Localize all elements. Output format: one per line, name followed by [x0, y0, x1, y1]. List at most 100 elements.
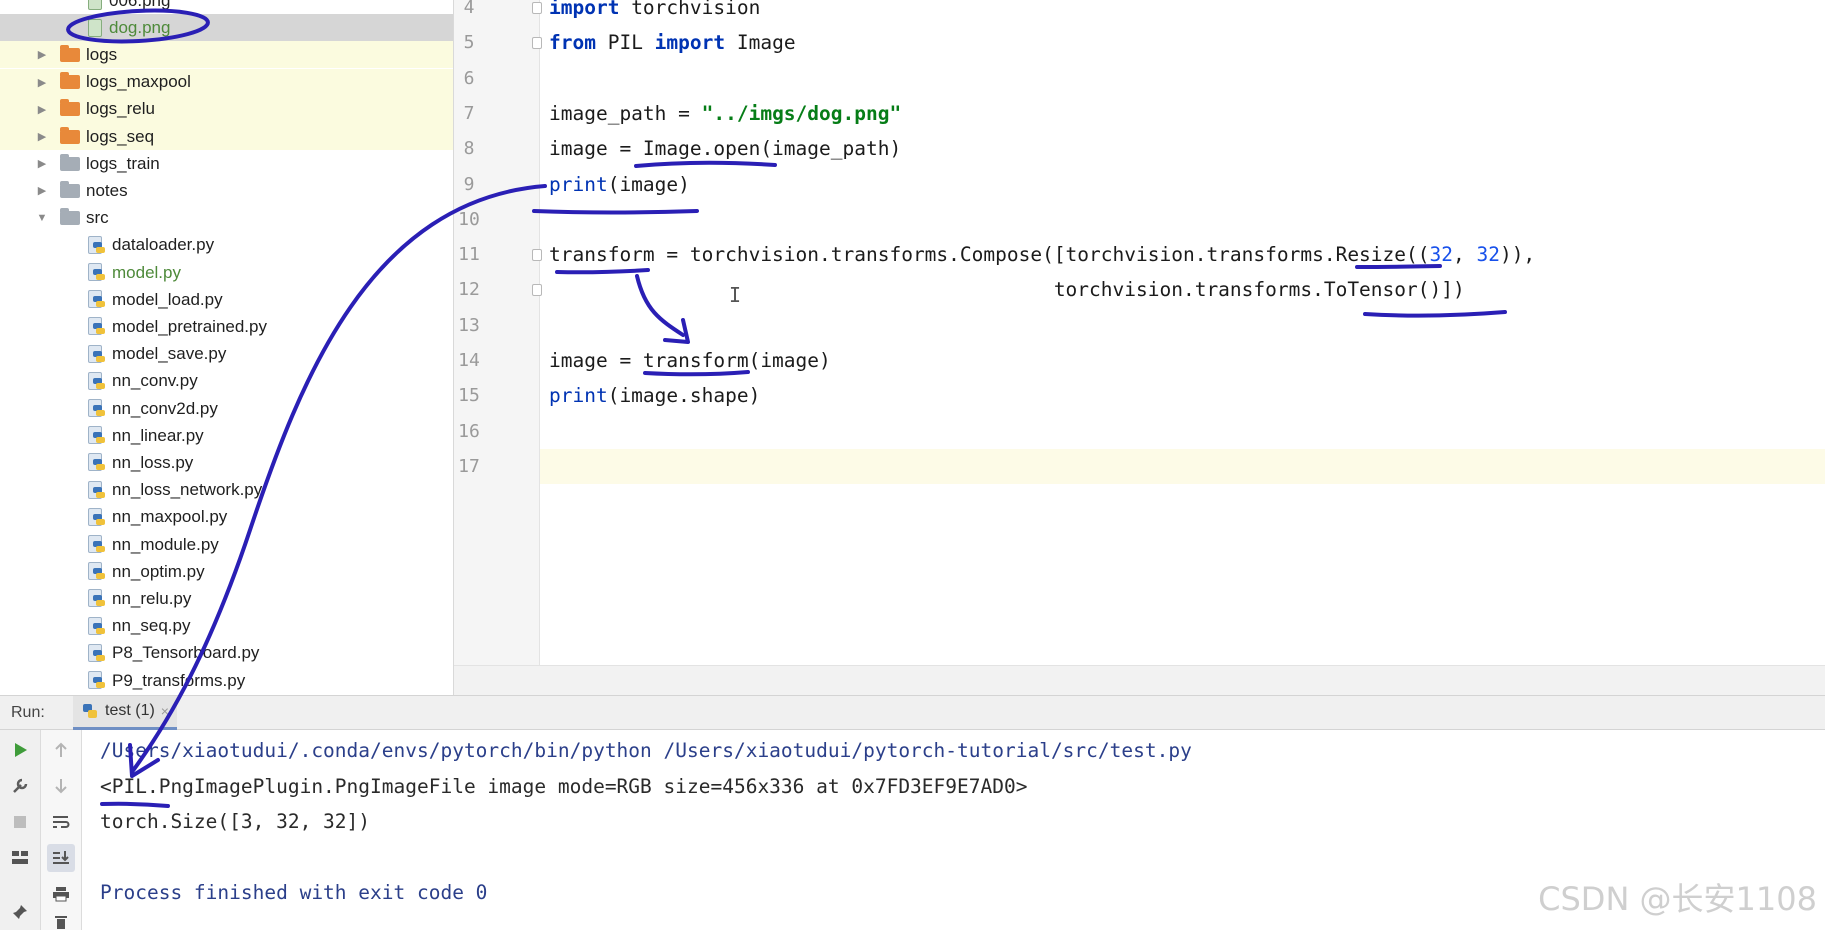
- layout-icon[interactable]: [8, 846, 32, 870]
- code-line[interactable]: import torchvision: [549, 0, 760, 25]
- code-line[interactable]: torchvision.transforms.ToTensor()]): [549, 272, 1465, 307]
- wrench-icon[interactable]: [8, 774, 32, 798]
- code-line[interactable]: print(image.shape): [549, 378, 760, 413]
- tree-item[interactable]: ▶ logs_maxpool: [0, 68, 453, 96]
- tree-item[interactable]: nn_relu.py: [0, 585, 453, 612]
- tree-item[interactable]: nn_loss.py: [0, 449, 453, 476]
- tree-item-label: P9_transforms.py: [112, 670, 246, 690]
- collapse-arrow-icon[interactable]: ▶: [34, 130, 50, 143]
- tree-item[interactable]: model_load.py: [0, 286, 453, 313]
- tree-item[interactable]: model_pretrained.py: [0, 313, 453, 340]
- tree-item-label: nn_loss.py: [112, 452, 194, 472]
- line-number: 4: [463, 0, 475, 18]
- tree-item[interactable]: nn_module.py: [0, 531, 453, 558]
- expand-arrow-icon[interactable]: ▼: [34, 212, 50, 224]
- soft-wrap-icon[interactable]: [49, 810, 73, 834]
- close-icon[interactable]: ×: [161, 703, 169, 719]
- line-number: 7: [463, 102, 475, 124]
- run-tab-test[interactable]: test (1) ×: [73, 695, 177, 730]
- code-token: (image.shape): [607, 384, 761, 408]
- code-token: print: [549, 172, 608, 196]
- watermark: CSDN @长安1108: [1538, 880, 1817, 918]
- tree-item[interactable]: nn_linear.py: [0, 422, 453, 449]
- tree-item[interactable]: nn_conv.py: [0, 368, 453, 395]
- code-line[interactable]: image = Image.open(image_path): [549, 131, 901, 166]
- fold-marker-icon[interactable]: [532, 284, 542, 297]
- code-token: torchvision.transforms.ToTensor()]): [549, 278, 1465, 302]
- python-file-icon: [88, 671, 105, 690]
- arrow-up-icon[interactable]: [49, 738, 73, 762]
- tree-item[interactable]: model_save.py: [0, 341, 453, 368]
- folder-icon: [60, 153, 80, 171]
- tree-item[interactable]: P9_transforms.py: [0, 667, 453, 694]
- collapse-arrow-icon[interactable]: ▶: [34, 157, 50, 170]
- collapse-arrow-icon[interactable]: ▶: [34, 184, 50, 197]
- line-number: 9: [463, 173, 475, 195]
- line-number: 6: [463, 67, 475, 89]
- code-token: image = transform(image): [549, 349, 831, 372]
- fold-marker-icon[interactable]: [532, 37, 542, 50]
- tree-item[interactable]: ▶ logs_train: [0, 150, 453, 177]
- tree-item-label: P8_Tensorboard.py: [112, 643, 260, 663]
- tree-item-label: nn_module.py: [112, 534, 219, 554]
- folder-icon: [60, 126, 80, 144]
- tree-item-label: model_load.py: [112, 289, 223, 309]
- python-file-icon: [88, 371, 105, 391]
- current-line-highlight: [540, 448, 1825, 484]
- tree-item[interactable]: nn_conv2d.py: [0, 395, 453, 422]
- code-editor[interactable]: 4 5 6 7 8 9 10 11 12 13 14 15 16 17 import torchvisio…: [454, 0, 1825, 665]
- tree-item[interactable]: ▶ logs: [0, 41, 453, 69]
- collapse-arrow-icon[interactable]: ▶: [34, 103, 50, 116]
- code-line[interactable]: from PIL import Image: [549, 25, 796, 60]
- tree-item[interactable]: nn_loss_network.py: [0, 477, 453, 504]
- code-token: transform = torchvision.transforms.Compo…: [549, 243, 1430, 267]
- tree-item[interactable]: ▶ logs_relu: [0, 95, 453, 123]
- scroll-to-end-icon[interactable]: [47, 844, 75, 872]
- tree-item[interactable]: dataloader.py: [0, 232, 453, 259]
- tree-item-label: nn_conv.py: [112, 371, 198, 391]
- tree-item[interactable]: ▶ notes: [0, 177, 453, 204]
- tree-item[interactable]: 006.png: [0, 0, 453, 14]
- tree-item[interactable]: nn_maxpool.py: [0, 504, 453, 531]
- arrow-down-icon[interactable]: [49, 774, 73, 798]
- line-number: 11: [458, 244, 480, 266]
- python-file-icon: [88, 507, 105, 527]
- tree-item[interactable]: nn_seq.py: [0, 613, 453, 640]
- tree-item-label: logs_seq: [86, 126, 155, 146]
- code-line[interactable]: transform = torchvision.transforms.Compo…: [549, 237, 1535, 272]
- code-token: )),: [1499, 243, 1536, 267]
- fold-marker-icon[interactable]: [532, 2, 542, 14]
- tree-item[interactable]: dog.png: [0, 14, 453, 42]
- tree-item[interactable]: model.py: [0, 259, 453, 286]
- trash-icon[interactable]: [49, 910, 73, 934]
- code-line[interactable]: print(image): [549, 167, 690, 202]
- horizontal-scrollbar[interactable]: [454, 665, 1825, 696]
- python-file-icon: [88, 399, 105, 418]
- line-number-gutter: 4 5 6 7 8 9 10 11 12 13 14 15 16 17: [454, 0, 540, 665]
- tree-item[interactable]: ▼ src: [0, 205, 453, 232]
- tree-item-label: logs_train: [86, 153, 160, 173]
- collapse-arrow-icon[interactable]: ▶: [34, 76, 50, 89]
- python-file-icon: [88, 290, 105, 309]
- tree-item[interactable]: nn_optim.py: [0, 558, 453, 585]
- image-file-icon: [88, 0, 102, 10]
- tree-item[interactable]: ▶ logs_seq: [0, 123, 453, 150]
- code-token: import: [654, 31, 726, 55]
- code-line[interactable]: image = transform(image): [549, 343, 831, 378]
- stop-icon[interactable]: [8, 810, 32, 834]
- pin-icon[interactable]: [8, 900, 32, 924]
- tree-item[interactable]: P8_Tensorboard.py: [0, 640, 453, 667]
- collapse-arrow-icon[interactable]: ▶: [34, 48, 50, 61]
- code-line[interactable]: image_path = "../imgs/dog.png": [549, 96, 901, 131]
- code-token: 32: [1429, 243, 1453, 267]
- line-number: 5: [463, 32, 475, 54]
- python-file-icon: [88, 344, 105, 364]
- fold-marker-icon[interactable]: [532, 249, 542, 262]
- tree-item-label: logs_maxpool: [86, 72, 191, 92]
- python-file-icon: [88, 235, 105, 255]
- rerun-icon[interactable]: [8, 738, 32, 762]
- project-tree-panel: 006.png dog.png ▶ logs ▶ logs_maxpool ▶ logs_re…: [0, 0, 454, 695]
- print-icon[interactable]: [49, 882, 73, 906]
- console-line: torch.Size([3, 32, 32]): [100, 810, 371, 833]
- code-token: print: [549, 384, 608, 408]
